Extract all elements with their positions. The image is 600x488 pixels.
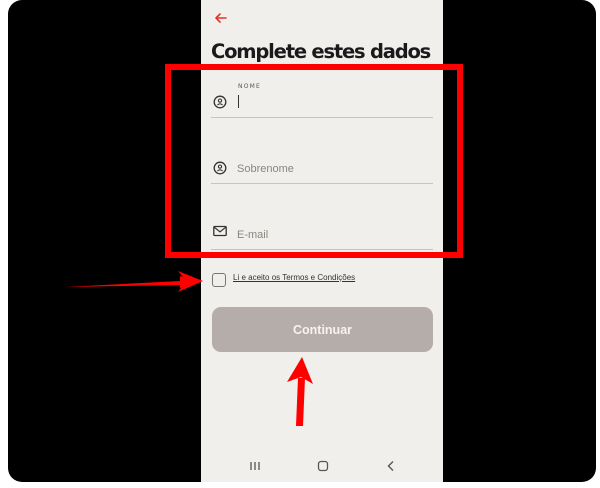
recent-apps-icon[interactable] [248, 459, 262, 473]
page-title: Complete estes dados [211, 40, 431, 63]
device-frame: Complete estes dados NOME Sobrenome E-ma… [8, 0, 596, 482]
arrow-left-icon[interactable] [213, 10, 229, 26]
app-screen: Complete estes dados NOME Sobrenome E-ma… [201, 0, 443, 482]
continue-button[interactable]: Continuar [212, 307, 433, 352]
user-circle-icon [213, 95, 227, 109]
first-name-label: NOME [238, 83, 261, 90]
terms-row: Li e aceito os Termos e Condições [212, 272, 434, 288]
first-name-field[interactable]: NOME [211, 83, 433, 118]
user-circle-icon [213, 161, 227, 175]
terms-link[interactable]: Li e aceito os Termos e Condições [233, 273, 355, 282]
text-cursor [238, 95, 239, 108]
last-name-field[interactable] [211, 151, 433, 184]
last-name-input[interactable] [237, 161, 427, 177]
email-field[interactable] [211, 217, 433, 250]
android-nav-bar [201, 450, 443, 482]
home-icon[interactable] [316, 459, 330, 473]
envelope-icon [213, 225, 227, 237]
email-input[interactable] [237, 227, 427, 243]
terms-checkbox[interactable] [212, 273, 226, 287]
chevron-left-icon[interactable] [384, 459, 398, 473]
first-name-input[interactable] [237, 95, 427, 111]
